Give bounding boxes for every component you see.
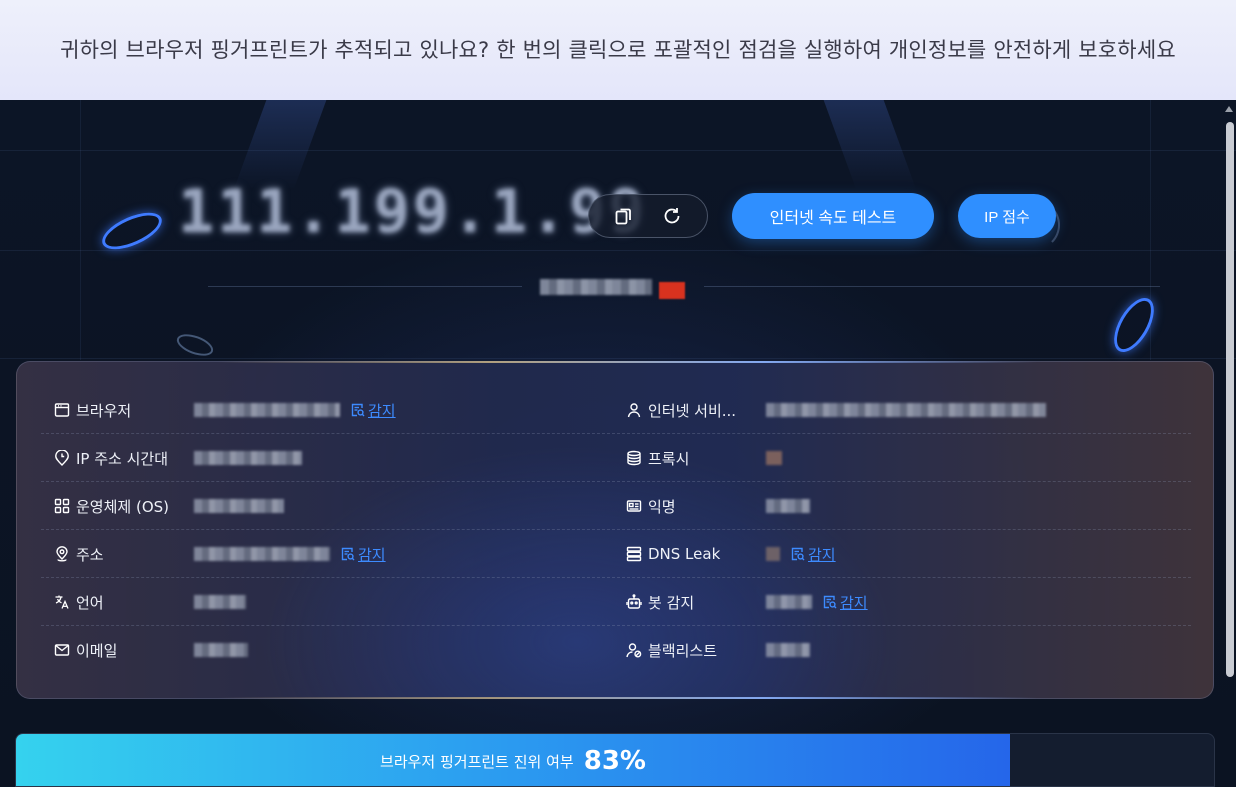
scrollbar[interactable] (1226, 122, 1234, 677)
ip-score-button[interactable]: IP 점수 (958, 194, 1056, 238)
detect-label: 감지 (358, 545, 386, 564)
clock-pin-icon (53, 449, 71, 467)
info-row: 운영체제 (OS) 익명 (41, 482, 1191, 530)
info-value-blurred (766, 403, 1046, 417)
info-cell-address: 주소 감지 (53, 530, 386, 578)
info-cell-anonymous: 익명 (625, 482, 810, 530)
card-glow (217, 697, 1037, 699)
grid-line (0, 150, 1236, 151)
info-row: IP 주소 시간대 프록시 (41, 434, 1191, 482)
info-value-blurred (194, 595, 246, 609)
speed-test-button[interactable]: 인터넷 속도 테스트 (732, 193, 934, 239)
divider (704, 286, 1160, 287)
info-label: 이메일 (76, 641, 118, 660)
info-value-blurred (766, 499, 810, 513)
grid-line (0, 250, 1236, 251)
info-label: 주소 (76, 545, 104, 564)
info-row: 주소 감지 DNS Leak 감지 (41, 530, 1191, 578)
info-label: IP 주소 시간대 (76, 449, 169, 468)
database-icon (625, 449, 643, 467)
info-cell-proxy: 프록시 (625, 434, 782, 482)
location-pin-icon (53, 545, 71, 563)
progress-text: 브라우저 핑거프린트 진위 여부 83% (16, 734, 1010, 786)
info-label: 브라우저 (76, 401, 132, 420)
detect-link[interactable]: 감지 (822, 592, 868, 613)
ip-action-group (588, 194, 708, 238)
scroll-up-arrow[interactable] (1225, 106, 1233, 112)
info-label: 익명 (648, 497, 676, 516)
info-value-blurred (766, 451, 782, 465)
info-cell-bot-detection: 봇 감지 감지 (625, 578, 868, 626)
card-glow (217, 361, 1037, 363)
detect-label: 감지 (368, 401, 396, 420)
grid-line (0, 358, 1236, 359)
progress-label: 브라우저 핑거프린트 진위 여부 (380, 752, 574, 771)
divider (208, 286, 522, 287)
authenticity-progress: 브라우저 핑거프린트 진위 여부 83% (15, 733, 1215, 787)
top-banner: 귀하의 브라우저 핑거프린트가 추적되고 있나요? 한 번의 클릭으로 포괄적인… (0, 0, 1236, 100)
light-beam (823, 100, 917, 190)
info-card: 브라우저 감지 인터넷 서비... IP 주소 시간대 프록시 운영체제 (OS… (16, 361, 1214, 699)
info-value-blurred (194, 403, 340, 417)
info-value-blurred (194, 547, 330, 561)
info-value-blurred (766, 643, 810, 657)
refresh-icon[interactable] (659, 203, 685, 229)
id-card-icon (625, 497, 643, 515)
info-row: 브라우저 감지 인터넷 서비... (41, 386, 1191, 434)
user-blocked-icon (625, 641, 643, 659)
detect-label: 감지 (840, 593, 868, 612)
info-label: 인터넷 서비... (648, 401, 737, 420)
info-value-blurred (194, 499, 284, 513)
info-value-blurred (766, 595, 812, 609)
detect-link[interactable]: 감지 (790, 544, 836, 565)
info-cell-isp: 인터넷 서비... (625, 386, 1046, 434)
info-cell-dns-leak: DNS Leak 감지 (625, 530, 836, 578)
info-cell-email: 이메일 (53, 626, 248, 674)
info-label: 언어 (76, 593, 104, 612)
decor-ring (1106, 291, 1162, 359)
detect-link[interactable]: 감지 (350, 400, 396, 421)
info-value-blurred (194, 643, 248, 657)
grid-line (80, 100, 81, 360)
server-icon (625, 545, 643, 563)
banner-text: 귀하의 브라우저 핑거프린트가 추적되고 있나요? 한 번의 클릭으로 포괄적인… (60, 38, 1176, 62)
info-cell-browser: 브라우저 감지 (53, 386, 396, 434)
info-cell-blacklist: 블랙리스트 (625, 626, 810, 674)
detect-icon (351, 403, 365, 417)
info-cell-language: 언어 (53, 578, 246, 626)
info-label: DNS Leak (648, 545, 721, 563)
info-value-blurred (766, 547, 780, 561)
info-value-blurred (194, 451, 302, 465)
info-label: 프록시 (648, 449, 690, 468)
location-text (540, 279, 652, 295)
info-label: 운영체제 (OS) (76, 497, 170, 516)
info-row: 이메일 블랙리스트 (41, 626, 1191, 674)
copy-icon[interactable] (611, 203, 637, 229)
robot-icon (625, 593, 643, 611)
browser-window-icon (53, 401, 71, 419)
ip-address: 111.199.1.99 (178, 177, 648, 247)
translate-icon (53, 593, 71, 611)
progress-value: 83% (583, 746, 646, 776)
detect-icon (341, 547, 355, 561)
detect-icon (823, 595, 837, 609)
detect-label: 감지 (808, 545, 836, 564)
mail-icon (53, 641, 71, 659)
info-cell-os: 운영체제 (OS) (53, 482, 284, 530)
info-row: 언어 봇 감지 감지 (41, 578, 1191, 626)
grid-icon (53, 497, 71, 515)
user-icon (625, 401, 643, 419)
detect-link[interactable]: 감지 (340, 544, 386, 565)
info-label: 봇 감지 (648, 593, 695, 612)
decor-ring (174, 330, 216, 360)
detect-icon (791, 547, 805, 561)
info-cell-timezone: IP 주소 시간대 (53, 434, 302, 482)
country-flag (659, 282, 685, 299)
info-label: 블랙리스트 (648, 641, 718, 660)
